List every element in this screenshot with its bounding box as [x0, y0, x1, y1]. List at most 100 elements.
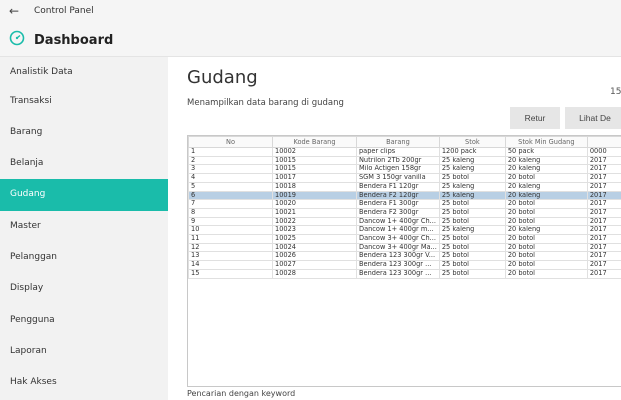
sidebar-item-analistik-data[interactable]: Analistik Data	[0, 57, 168, 89]
sidebar-item-label: Laporan	[10, 346, 47, 356]
table-cell: 2017	[586, 234, 621, 244]
table-cell: 25 botol	[438, 242, 506, 253]
table-cell: 0000	[586, 147, 621, 157]
sidebar-item-gudang[interactable]: Gudang	[0, 179, 168, 211]
table-row[interactable]: 9 10022 Dancow 1+ 400gr Ch... 25 botol 20 bo…	[188, 216, 621, 227]
table-cell: 2017	[586, 242, 621, 253]
table-cell: 10020	[272, 199, 357, 209]
table-cell: 10021	[272, 207, 357, 218]
table-row[interactable]: 13 10026 Bendera 123 300gr V... 25 botol 20 …	[188, 251, 621, 262]
table-cell: Bendera F2 300gr	[356, 207, 440, 218]
table-cell: Bendera 123 300gr ...	[356, 260, 440, 270]
table-row[interactable]: 6 10019 Bendera F2 120gr 25 kaleng 20 kaleng…	[188, 190, 621, 201]
sidebar-item-laporan[interactable]: Laporan	[0, 336, 168, 368]
app-header: Dashboard	[0, 26, 621, 57]
column-header-extra[interactable]	[586, 136, 621, 148]
sidebar-item-display[interactable]: Display	[0, 273, 168, 305]
table-cell: Bendera F1 300gr	[356, 199, 440, 209]
table-cell: 20 kaleng	[504, 225, 588, 236]
table-cell: Nutrilon 2Tb 200gr	[356, 155, 440, 166]
page-subtitle: Menampilkan data barang di gudang	[187, 98, 344, 108]
table-cell: 20 botol	[504, 251, 588, 262]
sidebar-item-label: Analistik Data	[10, 67, 73, 77]
table-cell: 15	[188, 268, 273, 279]
sidebar-item-barang[interactable]: Barang	[0, 117, 168, 149]
table-row[interactable]: 14 10027 Bendera 123 300gr ... 25 botol 20 b…	[188, 260, 621, 270]
speedometer-icon	[9, 30, 25, 46]
table-cell: 2017	[586, 251, 621, 262]
table-row[interactable]: 1 10002 paper clips 1200 pack 50 pack 0000	[188, 147, 621, 157]
table-row[interactable]: 2 10015 Nutrilon 2Tb 200gr 25 kaleng 20 kale…	[188, 155, 621, 166]
table-row[interactable]: 5 10018 Bendera F1 120gr 25 kaleng 20 kaleng…	[188, 181, 621, 192]
table-cell: 20 botol	[504, 268, 588, 279]
table-cell: 10015	[272, 155, 357, 166]
table-cell: 20 botol	[504, 216, 588, 227]
table-cell: 9	[188, 216, 273, 227]
table-cell: 2017	[586, 225, 621, 236]
table-cell: 11	[188, 234, 273, 244]
table-cell: Milo Actigen 158gr	[356, 164, 440, 175]
sidebar-item-label: Pengguna	[10, 315, 55, 325]
sidebar-item-pelanggan[interactable]: Pelanggan	[0, 242, 168, 274]
table-row[interactable]: 15 10028 Bendera 123 300gr ... 25 botol 20 b…	[188, 268, 621, 279]
column-header-stok[interactable]: Stok	[438, 136, 506, 148]
window-title: Control Panel	[34, 6, 94, 16]
sidebar-item-hak-akses[interactable]: Hak Akses	[0, 367, 168, 399]
table-row[interactable]: 4 10017 SGM 3 150gr vanilla 25 botol 20 boto…	[188, 173, 621, 183]
table-cell: 10015	[272, 164, 357, 175]
sidebar-item-label: Transaksi	[10, 96, 52, 106]
table-cell: 2017	[586, 155, 621, 166]
table-cell: Bendera 123 300gr V...	[356, 251, 440, 262]
table-cell: 20 kaleng	[504, 190, 588, 201]
table-cell: 20 kaleng	[504, 155, 588, 166]
table-cell: 25 botol	[438, 251, 506, 262]
table-cell: 25 kaleng	[438, 181, 506, 192]
gudang-table[interactable]: No Kode Barang Barang Stok Stok Min Guda…	[187, 135, 621, 387]
table-row[interactable]: 3 10015 Milo Actigen 158gr 25 kaleng 20 kale…	[188, 164, 621, 175]
table-cell: Dancow 3+ 400gr Ch...	[356, 234, 440, 244]
column-header-barang[interactable]: Barang	[356, 136, 440, 148]
table-cell: 25 kaleng	[438, 164, 506, 175]
page-title: Gudang	[187, 67, 258, 88]
page-number: 15	[610, 87, 621, 97]
table-cell: 10	[188, 225, 273, 236]
sidebar-item-master[interactable]: Master	[0, 211, 168, 243]
table-cell: 14	[188, 260, 273, 270]
sidebar-item-label: Gudang	[10, 189, 46, 199]
table-cell: 2017	[586, 173, 621, 183]
table-cell: 1	[188, 147, 273, 157]
table-row[interactable]: 8 10021 Bendera F2 300gr 25 botol 20 botol 20…	[188, 207, 621, 218]
table-cell: 25 kaleng	[438, 190, 506, 201]
table-cell: Dancow 1+ 400gr Ch...	[356, 216, 440, 227]
table-cell: 25 botol	[438, 268, 506, 279]
table-cell: 4	[188, 173, 273, 183]
table-cell: 2017	[586, 207, 621, 218]
table-cell: 12	[188, 242, 273, 253]
table-cell: SGM 3 150gr vanilla	[356, 173, 440, 183]
table-row[interactable]: 12 10024 Dancow 3+ 400gr Ma... 25 botol 20 b…	[188, 242, 621, 253]
table-cell: 20 kaleng	[504, 164, 588, 175]
sidebar-item-pengguna[interactable]: Pengguna	[0, 305, 168, 337]
sidebar: Analistik Data Transaksi Barang Belanja …	[0, 57, 168, 400]
retur-button[interactable]: Retur	[510, 107, 560, 129]
column-header-no[interactable]: No	[188, 136, 273, 148]
table-row[interactable]: 11 10025 Dancow 3+ 400gr Ch... 25 botol 20 b…	[188, 234, 621, 244]
sidebar-item-label: Master	[10, 221, 41, 231]
sidebar-item-belanja[interactable]: Belanja	[0, 148, 168, 180]
table-cell: 20 botol	[504, 260, 588, 270]
table-cell: 10027	[272, 260, 357, 270]
search-label: Pencarian dengan keyword	[187, 389, 296, 398]
lihat-detail-button[interactable]: Lihat De	[565, 107, 621, 129]
table-cell: 25 botol	[438, 199, 506, 209]
column-header-stok-min-gudang[interactable]: Stok Min Gudang	[504, 136, 588, 148]
sidebar-item-transaksi[interactable]: Transaksi	[0, 86, 168, 118]
table-cell: 20 botol	[504, 173, 588, 183]
back-arrow-icon[interactable]: ←	[9, 4, 19, 18]
table-row[interactable]: 7 10020 Bendera F1 300gr 25 botol 20 botol 20…	[188, 199, 621, 209]
table-cell: 10019	[272, 190, 357, 201]
table-cell: 25 botol	[438, 207, 506, 218]
table-row[interactable]: 10 10023 Dancow 1+ 400gr m... 25 kaleng 20 k…	[188, 225, 621, 236]
column-header-kode-barang[interactable]: Kode Barang	[272, 136, 357, 148]
table-cell: 10022	[272, 216, 357, 227]
table-cell: 2017	[586, 190, 621, 201]
